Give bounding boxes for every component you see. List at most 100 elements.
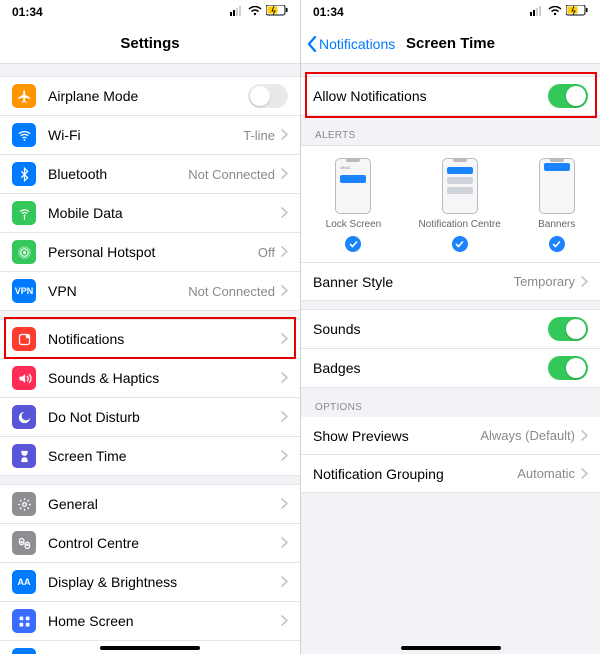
badges-toggle[interactable]: [548, 356, 588, 380]
hotspot-icon: [12, 240, 36, 264]
bluetooth-icon: [12, 162, 36, 186]
alert-lock-screen[interactable]: 09:41 Lock Screen: [326, 158, 382, 252]
screentime-notifications-screen: 01:34 Notifications Screen Time Allow No…: [300, 0, 600, 654]
row-value: Off: [258, 245, 275, 260]
settings-row-wifi[interactable]: Wi-FiT-line: [0, 116, 300, 155]
options-header: OPTIONS: [301, 396, 600, 417]
check-icon[interactable]: [549, 236, 565, 252]
chevron-left-icon: [307, 36, 317, 52]
home-indicator[interactable]: [401, 646, 501, 650]
wifi-icon: [248, 5, 262, 19]
row-label: Sounds & Haptics: [48, 370, 281, 386]
airplane-toggle[interactable]: [248, 84, 288, 108]
sounds-icon: [12, 366, 36, 390]
status-time: 01:34: [12, 5, 43, 19]
chevron-right-icon: [281, 535, 288, 551]
page-title: Settings: [120, 35, 179, 52]
row-label: VPN: [48, 283, 188, 299]
signal-icon: [230, 5, 244, 19]
screentime-icon: [12, 444, 36, 468]
battery-icon: [266, 5, 288, 19]
notifications-icon: [12, 327, 36, 351]
signal-icon: [530, 5, 544, 19]
home-icon: [12, 609, 36, 633]
settings-row-bluetooth[interactable]: BluetoothNot Connected: [0, 155, 300, 194]
general-icon: [12, 492, 36, 516]
chevron-right-icon: [281, 370, 288, 386]
settings-screen: 01:34 Settings Airplane ModeWi-FiT-lineB…: [0, 0, 300, 654]
check-icon[interactable]: [452, 236, 468, 252]
status-icons: [230, 5, 288, 19]
home-indicator[interactable]: [100, 646, 200, 650]
dnd-icon: [12, 405, 36, 429]
settings-row-screentime[interactable]: Screen Time: [0, 437, 300, 476]
wifi-icon: [12, 123, 36, 147]
chevron-right-icon: [581, 428, 588, 444]
back-button[interactable]: Notifications: [307, 36, 395, 52]
row-label: Control Centre: [48, 535, 281, 551]
chevron-right-icon: [581, 274, 588, 290]
row-value: T-line: [243, 128, 275, 143]
badges-row[interactable]: Badges: [301, 349, 600, 388]
chevron-right-icon: [281, 448, 288, 464]
row-label: Airplane Mode: [48, 88, 248, 104]
allow-notifications-row[interactable]: Allow Notifications: [301, 76, 600, 116]
allow-notifications-label: Allow Notifications: [313, 88, 548, 104]
chevron-right-icon: [281, 283, 288, 299]
settings-row-display[interactable]: AA Display & Brightness: [0, 563, 300, 602]
wifi-icon: [548, 5, 562, 19]
status-time: 01:34: [313, 5, 344, 19]
chevron-right-icon: [281, 205, 288, 221]
check-icon[interactable]: [345, 236, 361, 252]
row-label: Screen Time: [48, 448, 281, 464]
sounds-toggle[interactable]: [548, 317, 588, 341]
control-icon: [12, 531, 36, 555]
status-bar: 01:34: [301, 0, 600, 24]
settings-row-sounds[interactable]: Sounds & Haptics: [0, 359, 300, 398]
accessibility-icon: [12, 648, 36, 654]
nav-bar: Settings: [0, 24, 300, 64]
status-icons: [530, 5, 588, 19]
chevron-right-icon: [281, 574, 288, 590]
status-bar: 01:34: [0, 0, 300, 24]
chevron-right-icon: [281, 127, 288, 143]
display-icon: AA: [12, 570, 36, 594]
settings-row-antenna[interactable]: Mobile Data: [0, 194, 300, 233]
sounds-row[interactable]: Sounds: [301, 309, 600, 349]
nav-bar: Notifications Screen Time: [301, 24, 600, 64]
back-label: Notifications: [319, 36, 395, 52]
row-label: General: [48, 496, 281, 512]
row-label: Mobile Data: [48, 205, 281, 221]
row-value: Not Connected: [188, 167, 275, 182]
row-label: Home Screen: [48, 613, 281, 629]
row-label: Do Not Disturb: [48, 409, 281, 425]
settings-row-notifications[interactable]: Notifications: [0, 319, 300, 359]
notification-grouping-row[interactable]: Notification Grouping Automatic: [301, 455, 600, 493]
row-label: Notifications: [48, 331, 281, 347]
settings-row-general[interactable]: General: [0, 484, 300, 524]
battery-icon: [566, 5, 588, 19]
settings-row-home[interactable]: Home Screen: [0, 602, 300, 641]
chevron-right-icon: [581, 466, 588, 482]
antenna-icon: [12, 201, 36, 225]
banner-style-row[interactable]: Banner Style Temporary: [301, 263, 600, 301]
row-label: Bluetooth: [48, 166, 188, 182]
settings-row-dnd[interactable]: Do Not Disturb: [0, 398, 300, 437]
alerts-header: ALERTS: [301, 124, 600, 145]
alert-notification-centre[interactable]: Notification Centre: [419, 158, 501, 252]
settings-row-airplane[interactable]: Airplane Mode: [0, 76, 300, 116]
settings-row-control[interactable]: Control Centre: [0, 524, 300, 563]
row-label: Personal Hotspot: [48, 244, 258, 260]
row-label: Wi-Fi: [48, 127, 243, 143]
chevron-right-icon: [281, 409, 288, 425]
chevron-right-icon: [281, 496, 288, 512]
vpn-icon: VPN: [12, 279, 36, 303]
chevron-right-icon: [281, 613, 288, 629]
settings-row-hotspot[interactable]: Personal HotspotOff: [0, 233, 300, 272]
show-previews-row[interactable]: Show Previews Always (Default): [301, 417, 600, 455]
alert-banners[interactable]: Banners: [538, 158, 575, 252]
settings-row-vpn[interactable]: VPNVPNNot Connected: [0, 272, 300, 311]
allow-notifications-toggle[interactable]: [548, 84, 588, 108]
settings-list[interactable]: Airplane ModeWi-FiT-lineBluetoothNot Con…: [0, 76, 300, 654]
row-label: Display & Brightness: [48, 574, 281, 590]
